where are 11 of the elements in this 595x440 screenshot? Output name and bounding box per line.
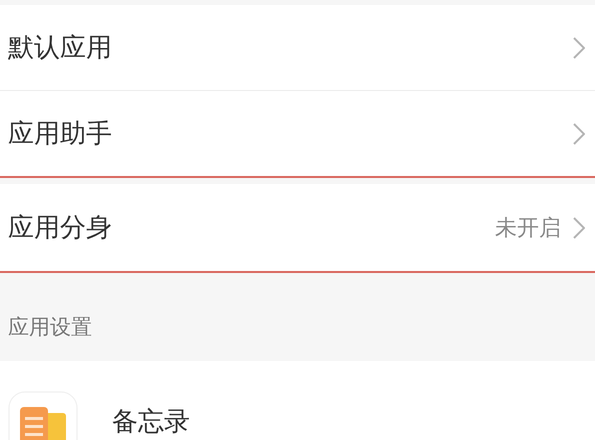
notes-app-icon (8, 391, 78, 440)
section-header: 应用设置 (7, 314, 93, 341)
row-label: 默认应用 (8, 32, 113, 65)
row-label: 应用助手 (8, 118, 113, 151)
chevron-right-icon (573, 36, 585, 58)
chevron-right-icon (573, 216, 585, 238)
chevron-right-icon (573, 122, 585, 144)
row-label: 应用分身 (8, 212, 113, 245)
settings-row[interactable]: 应用分身 未开启 (0, 184, 595, 271)
row-value: 未开启 (495, 214, 561, 242)
app-name: 备忘录 (112, 406, 191, 439)
